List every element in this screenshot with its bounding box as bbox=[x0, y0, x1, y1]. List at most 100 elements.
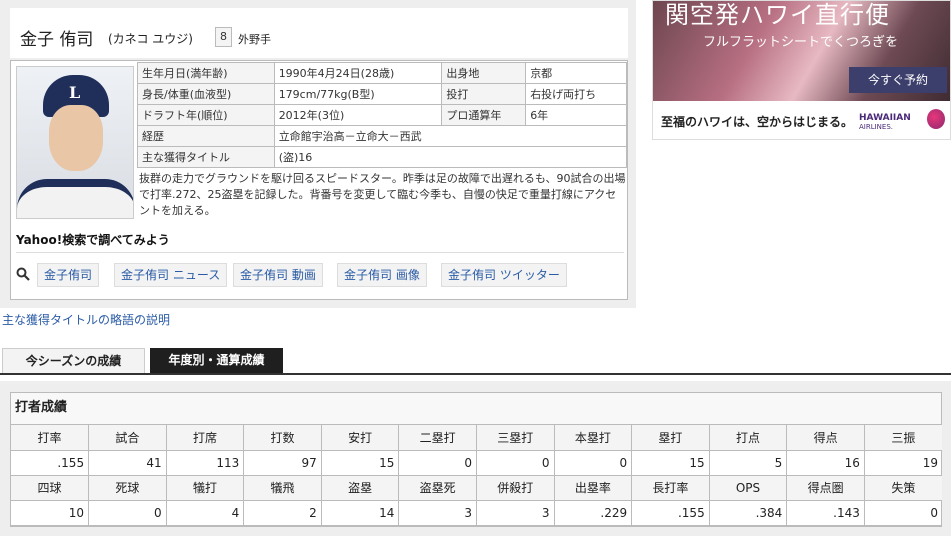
stat-header: 盗塁死 bbox=[398, 474, 477, 501]
birthplace-label: 出身地 bbox=[441, 62, 527, 84]
pro-years-value: 6年 bbox=[525, 104, 627, 126]
tab-current-season[interactable]: 今シーズンの成績 bbox=[2, 348, 145, 373]
stat-value: .155 bbox=[631, 499, 710, 526]
player-photo: L bbox=[16, 66, 134, 219]
height-weight-label: 身長/体重(血液型) bbox=[137, 83, 275, 105]
stats-header-row: 四球 死球 犠打 犠飛 盗塁 盗塁死 併殺打 出塁率 長打率 OPS 得点圏 失策 bbox=[11, 474, 942, 501]
titles-label: 主な獲得タイトル bbox=[137, 146, 275, 168]
stat-header: 打点 bbox=[708, 425, 788, 451]
player-profile: L 生年月日(満年齢) 1990年4月24日(28歳) 出身地 京都 身長/体重… bbox=[10, 60, 628, 300]
stat-header: 安打 bbox=[320, 425, 400, 451]
stat-header: 三塁打 bbox=[475, 425, 555, 451]
uniform-number: 8 bbox=[215, 27, 232, 47]
stat-header: 失策 bbox=[863, 474, 942, 501]
stat-header: 三振 bbox=[863, 425, 942, 451]
stat-header: 得点 bbox=[786, 425, 865, 451]
stat-header: 長打率 bbox=[631, 474, 710, 501]
stat-value: 5 bbox=[708, 449, 788, 476]
stat-header: 二塁打 bbox=[398, 425, 477, 451]
ad-brand-logo: HAWAIIAN AIRLINES. bbox=[859, 113, 911, 131]
stat-header: 犠打 bbox=[165, 474, 245, 501]
stats-section: 打者成績 打率 試合 打席 打数 安打 二塁打 三塁打 本塁打 塁打 打点 得点 三振 .155 41 1… bbox=[0, 381, 951, 536]
stat-header: 四球 bbox=[11, 474, 90, 501]
stat-value: 41 bbox=[88, 449, 167, 476]
stat-header: 出塁率 bbox=[553, 474, 633, 501]
profile-row: 身長/体重(血液型) 179cm/77kg(B型) 投打 右投げ両打ち bbox=[137, 83, 627, 105]
stats-header-row: 打率 試合 打席 打数 安打 二塁打 三塁打 本塁打 塁打 打点 得点 三振 bbox=[11, 425, 942, 451]
stat-value: .384 bbox=[708, 499, 788, 526]
birthplace-value: 京都 bbox=[525, 62, 627, 84]
stat-value: .229 bbox=[553, 499, 633, 526]
stat-value: 10 bbox=[11, 499, 90, 526]
tab-underline bbox=[0, 373, 951, 375]
title-abbreviation-link[interactable]: 主な獲得タイトルの略語の説明 bbox=[2, 311, 170, 328]
player-kana: (カネコ ユウジ) bbox=[108, 32, 193, 46]
stat-value: 97 bbox=[243, 449, 322, 476]
search-link-name[interactable]: 金子侑司 bbox=[37, 263, 100, 287]
stat-header: 本塁打 bbox=[553, 425, 633, 451]
batting-stats-title: 打者成績 bbox=[11, 393, 941, 425]
ad-reserve-button[interactable]: 今すぐ予約 bbox=[849, 67, 947, 93]
stat-header: 犠飛 bbox=[243, 474, 322, 501]
stat-header: 打率 bbox=[11, 425, 90, 451]
player-description: 抜群の走力でグラウンドを駆け回るスピードスター。昨季は足の故障で出遅れるも、90… bbox=[139, 172, 626, 217]
height-weight-value: 179cm/77kg(B型) bbox=[273, 83, 443, 105]
stat-value: 0 bbox=[475, 449, 555, 476]
career-value: 立命館宇治高－立命大－西武 bbox=[273, 125, 628, 147]
draft-value: 2012年(3位) bbox=[273, 104, 443, 126]
tab-yearly-totals[interactable]: 年度別・通算成績 bbox=[150, 348, 283, 373]
bats-throws-label: 投打 bbox=[441, 83, 527, 105]
birthdate-value: 1990年4月24日(28歳) bbox=[273, 62, 443, 84]
stat-value: .155 bbox=[11, 449, 90, 476]
stat-value: 113 bbox=[165, 449, 245, 476]
player-uniform bbox=[17, 179, 133, 218]
profile-row: 経歴 立命館宇治高－立命大－西武 bbox=[137, 125, 628, 147]
search-link-twitter[interactable]: 金子侑司 ツイッター bbox=[441, 263, 567, 287]
search-link-news[interactable]: 金子侑司 ニュース bbox=[114, 263, 228, 287]
career-label: 経歴 bbox=[137, 125, 275, 147]
stats-value-row: 10 0 4 2 14 3 3.229.155.384.143 0 bbox=[11, 499, 942, 526]
stat-header: 盗塁 bbox=[320, 474, 400, 501]
player-position: 外野手 bbox=[238, 33, 271, 46]
bats-throws-value: 右投げ両打ち bbox=[525, 83, 627, 105]
stat-value: 0 bbox=[863, 499, 942, 526]
stat-header: 塁打 bbox=[631, 425, 710, 451]
stats-value-row: .155 41 113 97 15 0 0 0 15 5 16 19 bbox=[11, 449, 942, 476]
search-icon bbox=[16, 267, 30, 281]
pro-years-label: プロ通算年 bbox=[441, 104, 527, 126]
search-link-video[interactable]: 金子侑司 動画 bbox=[233, 263, 323, 287]
profile-table: 生年月日(満年齢) 1990年4月24日(28歳) 出身地 京都 身長/体重(血… bbox=[137, 62, 628, 168]
stat-header: 得点圏 bbox=[786, 474, 865, 501]
stat-value: 0 bbox=[553, 449, 633, 476]
stat-value: 4 bbox=[165, 499, 245, 526]
ad-banner[interactable]: 関空発ハワイ直行便 フルフラットシートでくつろぎを 今すぐ予約 至福のハワイは、… bbox=[652, 0, 951, 140]
stat-value: 15 bbox=[320, 449, 400, 476]
player-header: 金子 侑司 (カネコ ユウジ) 8 外野手 bbox=[10, 8, 628, 58]
stat-header: 打席 bbox=[165, 425, 245, 451]
yahoo-search-heading: Yahoo!検索で調べてみよう bbox=[16, 233, 170, 247]
stat-header: 試合 bbox=[88, 425, 167, 451]
ad-image: 関空発ハワイ直行便 フルフラットシートでくつろぎを 今すぐ予約 bbox=[653, 1, 950, 101]
stat-value: 19 bbox=[863, 449, 942, 476]
divider bbox=[16, 252, 624, 253]
stat-value: 16 bbox=[786, 449, 865, 476]
batting-stats: 打者成績 打率 試合 打席 打数 安打 二塁打 三塁打 本塁打 塁打 打点 得点 三振 .155 41 1… bbox=[10, 392, 942, 527]
search-link-image[interactable]: 金子侑司 画像 bbox=[337, 263, 427, 287]
ad-title: 関空発ハワイ直行便 bbox=[665, 1, 890, 29]
stat-header: 併殺打 bbox=[475, 474, 555, 501]
stat-value: 3 bbox=[398, 499, 477, 526]
titles-value: (盗)16 bbox=[273, 146, 628, 168]
stat-value: .143 bbox=[786, 499, 865, 526]
stat-value: 0 bbox=[88, 499, 167, 526]
batting-stats-table: 打率 試合 打席 打数 安打 二塁打 三塁打 本塁打 塁打 打点 得点 三振 .155 41 113 97 1… bbox=[11, 425, 942, 526]
player-card: 金子 侑司 (カネコ ユウジ) 8 外野手 L 生年月日(満年齢) 1990年4… bbox=[0, 0, 636, 308]
stat-value: 0 bbox=[398, 449, 477, 476]
player-name: 金子 侑司 bbox=[20, 30, 94, 50]
stat-value: 15 bbox=[631, 449, 710, 476]
ad-brand-sub: AIRLINES. bbox=[859, 123, 894, 131]
profile-row: 主な獲得タイトル (盗)16 bbox=[137, 146, 628, 168]
stat-value: 3 bbox=[475, 499, 555, 526]
ad-brand-name: HAWAIIAN bbox=[859, 113, 911, 123]
stat-header: 死球 bbox=[88, 474, 167, 501]
draft-label: ドラフト年(順位) bbox=[137, 104, 275, 126]
